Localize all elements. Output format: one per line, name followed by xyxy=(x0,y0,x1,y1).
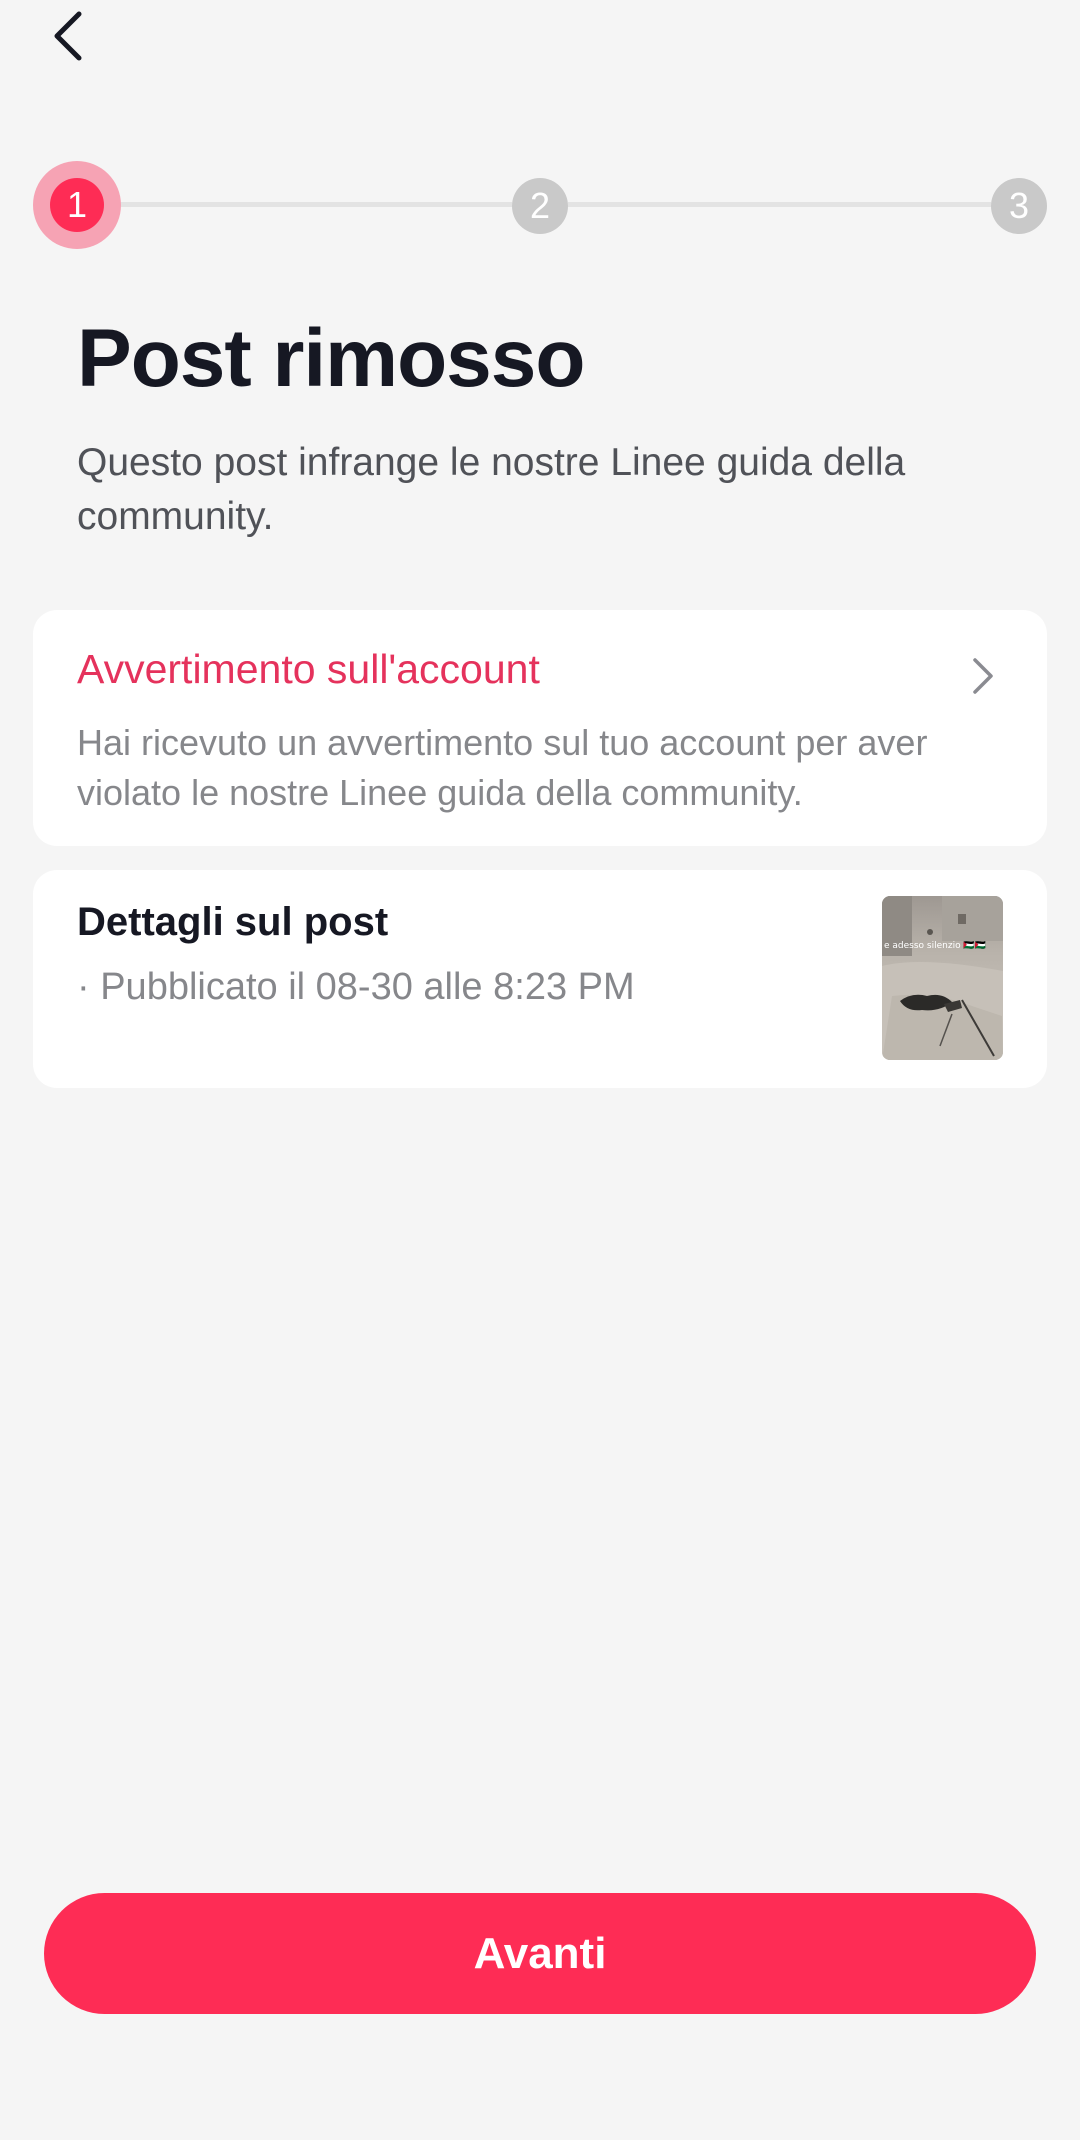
post-published-date: · Pubblicato il 08-30 alle 8:23 PM xyxy=(77,966,635,1008)
post-details-title: Dettagli sul post xyxy=(77,900,389,944)
page-title: Post rimosso xyxy=(77,313,585,404)
account-warning-description: Hai ricevuto un avvertimento sul tuo acc… xyxy=(77,722,928,813)
step-2: 2 xyxy=(512,178,568,234)
page-subtitle: Questo post infrange le nostre Linee gui… xyxy=(77,441,906,538)
post-details-card: Dettagli sul post · Pubblicato il 08-30 … xyxy=(33,870,1047,1088)
post-thumbnail-image: e adesso silenzio 🇵🇸🇵🇸 xyxy=(882,896,1003,1060)
post-thumbnail[interactable]: e adesso silenzio 🇵🇸🇵🇸 xyxy=(882,896,1003,1060)
step-3: 3 xyxy=(991,178,1047,234)
step-1: 1 xyxy=(50,178,104,232)
next-button[interactable]: Avanti xyxy=(44,1893,1036,2014)
account-warning-card[interactable]: Avvertimento sull'account Hai ricevuto u… xyxy=(33,610,1047,846)
step-connector xyxy=(568,202,991,207)
step-connector xyxy=(104,202,512,207)
chevron-right-icon xyxy=(973,658,993,694)
thumbnail-caption: e adesso silenzio 🇵🇸🇵🇸 xyxy=(884,940,986,951)
account-warning-title: Avvertimento sull'account xyxy=(77,646,540,692)
back-button[interactable] xyxy=(40,4,96,68)
chevron-left-icon xyxy=(54,11,82,61)
